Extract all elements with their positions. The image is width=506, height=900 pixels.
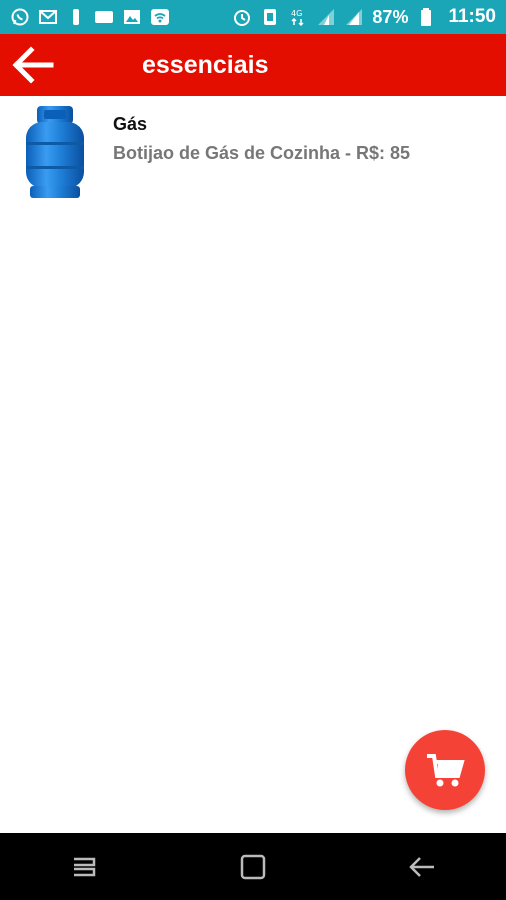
signal-icon — [344, 7, 364, 27]
arrow-left-icon — [12, 46, 54, 84]
back-icon — [408, 856, 434, 877]
product-list: Gás Botijao de Gás de Cozinha - R$: 85 — [0, 96, 506, 206]
page-title: essenciais — [142, 50, 269, 79]
item-subtitle: Botijao de Gás de Cozinha - R$: 85 — [113, 143, 411, 163]
notification-icon — [66, 7, 86, 27]
back-button[interactable] — [2, 34, 64, 96]
nfc-icon — [260, 7, 280, 27]
item-title: Gás — [113, 114, 148, 134]
alarm-icon — [232, 7, 252, 27]
home-icon — [240, 854, 266, 879]
item-text: Gás Botijao de Gás de Cozinha - R$: 85 — [113, 114, 410, 164]
home-button[interactable] — [223, 842, 283, 892]
navigation-bar — [0, 833, 506, 900]
battery-icon — [416, 7, 436, 27]
cart-icon — [427, 754, 465, 787]
gmail-icon — [38, 7, 58, 27]
wifi-icon — [150, 7, 170, 27]
gallery-icon — [122, 7, 142, 27]
recents-icon — [74, 857, 96, 876]
system-back-button[interactable] — [392, 842, 452, 892]
status-bar-left — [10, 7, 170, 27]
weather-icon — [94, 7, 114, 27]
app-bar: essenciais — [0, 34, 506, 96]
status-bar: 4G 87% 11:50 — [0, 0, 506, 34]
battery-percent: 87% — [372, 6, 409, 27]
gas-cylinder-image — [20, 104, 90, 200]
whatsapp-icon — [10, 7, 30, 27]
cart-button[interactable] — [405, 730, 485, 810]
list-item[interactable]: Gás Botijao de Gás de Cozinha - R$: 85 — [0, 96, 506, 206]
clock: 11:50 — [448, 6, 496, 27]
signal-icon — [316, 7, 336, 27]
svg-text:4G: 4G — [291, 9, 302, 18]
data-icon: 4G — [288, 7, 308, 27]
status-bar-right: 4G 87% 11:50 — [232, 6, 496, 28]
recents-button[interactable] — [54, 842, 114, 892]
